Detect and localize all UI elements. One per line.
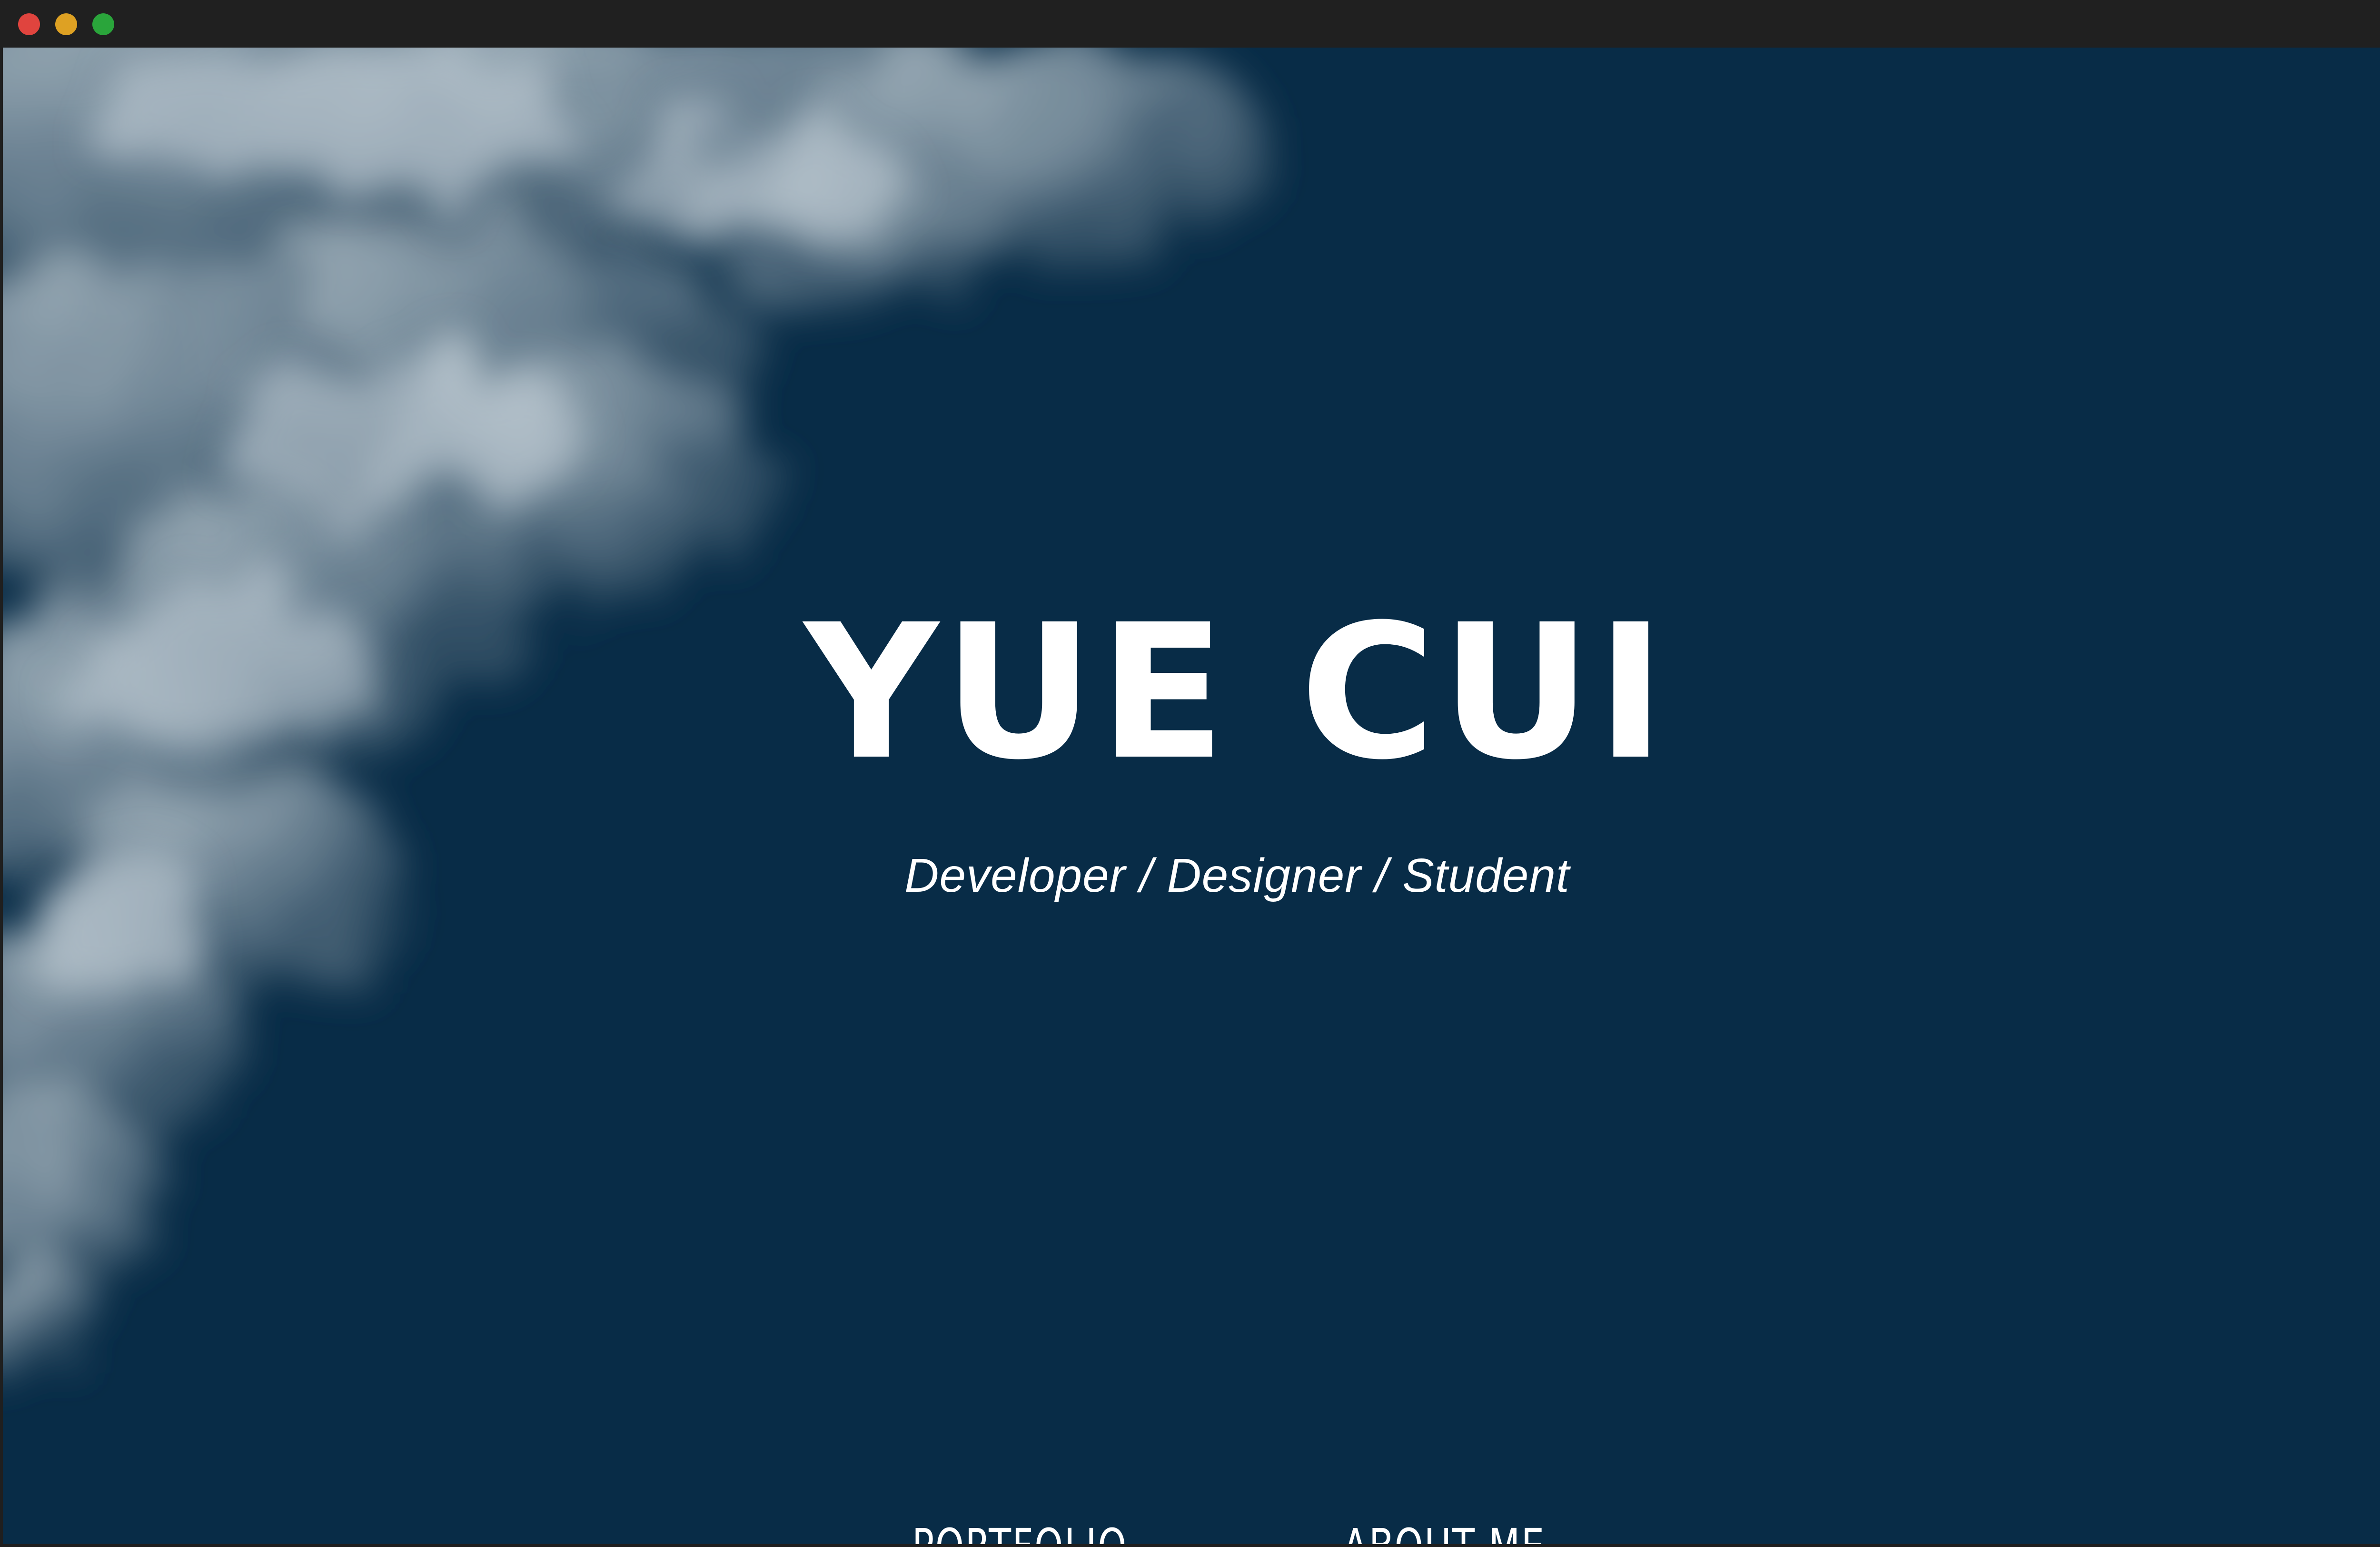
maximize-window-button[interactable] (92, 13, 114, 35)
page-viewport: YUE CUI Developer / Designer / Student P… (3, 48, 2380, 1544)
minimize-window-button[interactable] (55, 13, 77, 35)
window-titlebar (0, 0, 2380, 48)
close-window-button[interactable] (18, 13, 40, 35)
browser-window: YUE CUI Developer / Designer / Student P… (0, 0, 2380, 1547)
main-navigation: PORTFOLIO ABOUT ME (3, 1518, 2380, 1544)
nav-link-about-me[interactable]: ABOUT ME (1343, 1518, 1546, 1544)
nav-link-portfolio[interactable]: PORTFOLIO (912, 1518, 1128, 1544)
page-title: YUE CUI (3, 600, 2380, 785)
page-subtitle: Developer / Designer / Student (3, 852, 2380, 899)
